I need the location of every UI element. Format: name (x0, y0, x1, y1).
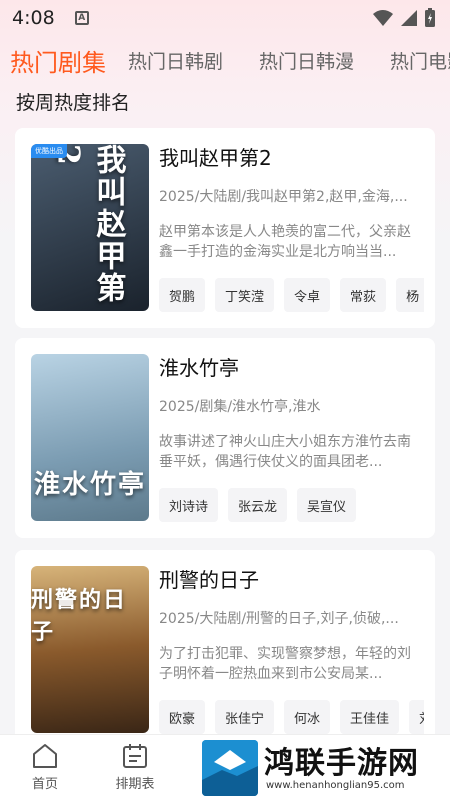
poster-image: 淮水竹亭 (31, 354, 149, 521)
cast-tag[interactable]: 刘 (409, 700, 424, 734)
poster-title-text: 刑警的日子 (31, 587, 128, 645)
home-icon (33, 744, 57, 768)
wifi-icon (373, 10, 393, 26)
poster-title-text: 我叫赵甲第2 (50, 144, 126, 304)
cast-tag[interactable]: 贺鹏 (159, 278, 206, 312)
item-title: 我叫赵甲第2 (159, 146, 272, 170)
watermark-logo-icon (202, 740, 258, 796)
nav-home[interactable]: 首页 (15, 743, 75, 792)
item-meta: 2025/剧集/淮水竹亭,淮水 (159, 399, 321, 415)
watermark-url: www.henanhonglian95.com (266, 780, 405, 791)
item-description: 故事讲述了神火山庄大小姐东方淮竹去南垂平妖，偶遇行侠仗义的面具团老... (159, 434, 411, 470)
cast-tag[interactable]: 丁笑滢 (215, 278, 275, 312)
poster-title-art: 淮水竹亭 (31, 354, 149, 521)
watermark-text: 鸿联手游网 (264, 746, 419, 781)
nav-schedule-label: 排期表 (115, 777, 155, 792)
category-tabs: 热门剧集 热门日韩剧 热门日韩漫 热门电影 (0, 40, 450, 80)
tab-hot-movie[interactable]: 热门电影 (390, 47, 450, 74)
status-time: 4:08 (12, 7, 55, 29)
cast-tag[interactable]: 张佳宁 (215, 700, 275, 734)
item-title: 刑警的日子 (159, 568, 259, 592)
battery-icon (425, 8, 435, 27)
cast-tag[interactable]: 杨 (396, 278, 424, 312)
item-title: 淮水竹亭 (159, 356, 239, 380)
cast-tags: 贺鹏 丁笑滢 令卓 常荻 杨 (159, 278, 424, 312)
tab-hot-jk-anime[interactable]: 热门日韩漫 (259, 47, 354, 74)
cast-tag[interactable]: 张云龙 (228, 488, 288, 522)
item-meta: 2025/大陆剧/我叫赵甲第2,赵甲,金海,... (159, 189, 408, 205)
nav-home-label: 首页 (31, 777, 58, 792)
tab-hot-jk-drama[interactable]: 热门日韩剧 (128, 47, 223, 74)
nav-schedule[interactable]: 排期表 (105, 743, 165, 792)
cast-tag[interactable]: 常荻 (340, 278, 387, 312)
notification-icon: A (74, 11, 89, 25)
tab-hot-series[interactable]: 热门剧集 (10, 43, 106, 78)
cast-tag[interactable]: 刘诗诗 (159, 488, 219, 522)
item-description: 为了打击犯罪、实现警察梦想，年轻的刘子明怀着一腔热血来到市公安局某... (159, 646, 411, 682)
item-meta: 2025/大陆剧/刑警的日子,刘子,侦破,... (159, 611, 399, 627)
status-bar: 4:08 A (0, 0, 450, 36)
signal-icon (401, 10, 417, 26)
cast-tag[interactable]: 吴宣仪 (297, 488, 357, 522)
list-item[interactable]: 刑警的日子 刑警的日子 2025/大陆剧/刑警的日子,刘子,侦破,... 为了打… (15, 550, 435, 750)
cast-tag[interactable]: 何冰 (284, 700, 331, 734)
poster-title-art: 我叫赵甲第2 (31, 144, 149, 311)
section-title: 按周热度排名 (16, 92, 131, 114)
list-item[interactable]: 淮水竹亭 淮水竹亭 2025/剧集/淮水竹亭,淮水 故事讲述了神火山庄大小姐东方… (15, 338, 435, 538)
item-description: 赵甲第本该是人人艳羡的富二代，父亲赵鑫一手打造的金海实业是北方响当当... (159, 224, 411, 260)
poster-image: 我叫赵甲第2 优酷出品 (31, 144, 149, 311)
cast-tag[interactable]: 王佳佳 (340, 700, 400, 734)
poster-badge: 优酷出品 (31, 144, 67, 158)
list-item[interactable]: 我叫赵甲第2 优酷出品 我叫赵甲第2 2025/大陆剧/我叫赵甲第2,赵甲,金海… (15, 128, 435, 328)
watermark: 鸿联手游网 www.henanhonglian95.com (202, 738, 448, 798)
calendar-icon (123, 744, 147, 768)
cast-tags: 欧豪 张佳宁 何冰 王佳佳 刘 (159, 700, 424, 734)
status-icons (372, 8, 436, 28)
poster-title-art: 刑警的日子 (31, 566, 149, 733)
poster-image: 刑警的日子 (31, 566, 149, 733)
cast-tags: 刘诗诗 张云龙 吴宣仪 (159, 488, 424, 522)
cast-tag[interactable]: 令卓 (284, 278, 331, 312)
cast-tag[interactable]: 欧豪 (159, 700, 206, 734)
poster-title-text: 淮水竹亭 (33, 470, 146, 500)
